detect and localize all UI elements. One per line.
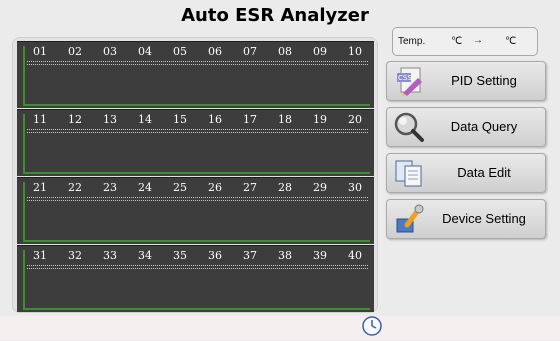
channel-row-3[interactable]: 21 22 23 24 25 26 27 28 29 30 — [17, 177, 374, 244]
channel-number: 29 — [313, 181, 327, 194]
channel-panel: 01 02 03 04 05 06 07 08 09 10 11 12 13 1… — [12, 37, 378, 313]
channel-number: 38 — [278, 249, 292, 262]
temperature-target-unit: ℃ — [505, 36, 517, 47]
svg-text:CSS: CSS — [398, 74, 412, 82]
channel-number: 36 — [208, 249, 222, 262]
wrench-icon — [393, 203, 425, 235]
dotted-line — [27, 265, 368, 266]
channel-number: 04 — [138, 45, 152, 58]
channel-row-2[interactable]: 11 12 13 14 15 16 17 18 19 20 — [17, 109, 374, 176]
channel-number: 10 — [348, 45, 362, 58]
channel-number: 22 — [68, 181, 82, 194]
magnifier-icon — [393, 111, 425, 143]
channel-row-4-numbers: 31 32 33 34 35 36 37 38 39 40 — [27, 249, 368, 265]
dotted-line — [27, 200, 368, 201]
channel-number: 17 — [243, 113, 257, 126]
dotted-line — [27, 268, 368, 269]
channel-row-1-numbers: 01 02 03 04 05 06 07 08 09 10 — [27, 45, 368, 61]
channel-number: 27 — [243, 181, 257, 194]
documents-icon — [393, 157, 425, 189]
trace-axis-bottom — [23, 240, 370, 242]
channel-number: 15 — [173, 113, 187, 126]
channel-row-1[interactable]: 01 02 03 04 05 06 07 08 09 10 — [17, 41, 374, 108]
device-setting-label: Device Setting — [442, 211, 526, 226]
channel-number: 20 — [348, 113, 362, 126]
channel-row-4[interactable]: 31 32 33 34 35 36 37 38 39 40 — [17, 245, 374, 312]
channel-number: 16 — [208, 113, 222, 126]
data-query-label: Data Query — [450, 119, 518, 134]
channel-row-3-numbers: 21 22 23 24 25 26 27 28 29 30 — [27, 181, 368, 197]
channel-number: 11 — [33, 113, 47, 126]
pid-setting-label: PID Setting — [451, 73, 517, 88]
app-title: Auto ESR Analyzer — [181, 5, 369, 26]
channel-number: 32 — [68, 249, 82, 262]
channel-number: 02 — [68, 45, 82, 58]
channel-number: 23 — [103, 181, 117, 194]
channel-number: 39 — [313, 249, 327, 262]
channel-number: 24 — [138, 181, 152, 194]
device-setting-button[interactable]: Device Setting — [386, 199, 546, 239]
channel-row-2-numbers: 11 12 13 14 15 16 17 18 19 20 — [27, 113, 368, 129]
channel-number: 25 — [173, 181, 187, 194]
dotted-line — [27, 197, 368, 198]
dotted-line — [27, 61, 368, 62]
arrow-right-icon: → — [473, 35, 483, 46]
trace-axis-left — [23, 46, 25, 104]
data-edit-button[interactable]: Data Edit — [386, 153, 546, 193]
channel-number: 18 — [278, 113, 292, 126]
temperature-display: Temp. ℃ → ℃ — [392, 27, 538, 56]
channel-number: 09 — [313, 45, 327, 58]
data-edit-label: Data Edit — [457, 165, 511, 180]
channel-number: 03 — [103, 45, 117, 58]
channel-number: 12 — [68, 113, 82, 126]
channel-number: 01 — [33, 45, 47, 58]
channel-number: 19 — [313, 113, 327, 126]
channel-number: 34 — [138, 249, 152, 262]
clock-icon[interactable] — [362, 316, 382, 336]
trace-axis-left — [23, 182, 25, 240]
pid-setting-button[interactable]: CSS PID Setting — [386, 61, 546, 101]
channel-number: 21 — [33, 181, 47, 194]
trace-axis-left — [23, 250, 25, 308]
channel-number: 28 — [278, 181, 292, 194]
channel-number: 13 — [103, 113, 117, 126]
channel-number: 40 — [348, 249, 362, 262]
trace-axis-bottom — [23, 104, 370, 106]
temperature-current-unit: ℃ — [451, 36, 463, 47]
channel-number: 06 — [208, 45, 222, 58]
dotted-line — [27, 132, 368, 133]
channel-number: 07 — [243, 45, 257, 58]
dotted-line — [27, 129, 368, 130]
trace-axis-bottom — [23, 308, 370, 310]
data-query-button[interactable]: Data Query — [386, 107, 546, 147]
channel-number: 26 — [208, 181, 222, 194]
trace-axis-left — [23, 114, 25, 172]
channel-number: 33 — [103, 249, 117, 262]
trace-axis-bottom — [23, 172, 370, 174]
temperature-label: Temp. — [398, 36, 426, 47]
channel-number: 31 — [33, 249, 47, 262]
channel-number: 14 — [138, 113, 152, 126]
channel-number: 37 — [243, 249, 257, 262]
channel-number: 05 — [173, 45, 187, 58]
channel-number: 30 — [348, 181, 362, 194]
channel-number: 35 — [173, 249, 187, 262]
dotted-line — [27, 64, 368, 65]
css-file-icon: CSS — [393, 65, 425, 97]
status-bar — [0, 316, 560, 340]
channel-number: 08 — [278, 45, 292, 58]
